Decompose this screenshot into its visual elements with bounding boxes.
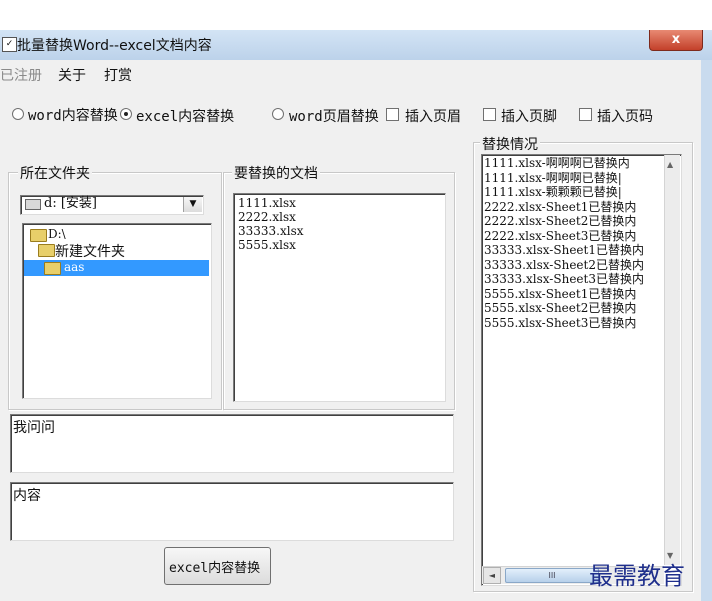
radio-excel-content[interactable]	[120, 108, 132, 120]
checkbox-insert-header[interactable]	[386, 108, 399, 121]
folder-icon	[38, 244, 55, 257]
result-line: 1111.xlsx-啊啊啊已替换|	[484, 170, 622, 185]
folder-icon	[44, 262, 61, 275]
result-line: 1111.xlsx-啊啊啊已替换内	[484, 157, 630, 170]
drive-select-value: d: [安装]	[44, 196, 97, 211]
result-line: 33333.xlsx-Sheet3已替换内	[484, 272, 644, 286]
folder-group-title: 所在文件夹	[18, 163, 92, 183]
desktop-strip	[0, 0, 712, 30]
result-list-content: 1111.xlsx-啊啊啊已替换内 1111.xlsx-啊啊啊已替换| 1111…	[483, 157, 664, 563]
scroll-thumb-grip: III	[548, 571, 556, 580]
close-button[interactable]: x	[649, 30, 703, 51]
find-text-field[interactable]	[10, 414, 454, 473]
window-title: 批量替换Word--excel文档内容	[17, 38, 212, 54]
docs-list-item[interactable]: 33333.xlsx	[238, 224, 304, 239]
result-vertical-scrollbar[interactable]	[664, 155, 680, 565]
scroll-thumb[interactable]: III	[505, 568, 599, 583]
drive-icon	[25, 199, 41, 210]
folder-tree-root[interactable]: D:\	[48, 227, 66, 242]
checkbox-insert-footer-label: 插入页脚	[501, 109, 557, 125]
replace-text-field[interactable]	[10, 482, 454, 541]
radio-word-content-text: word内容替换	[28, 108, 118, 124]
result-line: 2222.xlsx-Sheet3已替换内	[484, 228, 637, 243]
radio-excel-content-text: excel内容替换	[136, 109, 235, 125]
docs-list-item[interactable]: 5555.xlsx	[238, 238, 296, 253]
window-border	[701, 60, 712, 601]
app-icon: ✓	[2, 37, 17, 52]
menu-registered[interactable]: 已注册	[0, 65, 42, 85]
replace-text-value: 内容	[13, 488, 41, 504]
result-line: 1111.xlsx-颗颗颗已替换|	[484, 185, 622, 199]
result-line: 33333.xlsx-Sheet2已替换内	[484, 257, 644, 272]
watermark-text: 最需教育	[589, 562, 685, 590]
checkbox-insert-page-number-label: 插入页码	[597, 109, 653, 125]
radio-word-content[interactable]	[12, 108, 24, 120]
menu-donate[interactable]: 打赏	[104, 65, 132, 85]
result-line: 5555.xlsx-Sheet1已替换内	[484, 286, 637, 301]
checkbox-insert-footer[interactable]	[483, 108, 496, 121]
result-line: 5555.xlsx-Sheet2已替换内	[484, 301, 637, 315]
chevron-down-icon[interactable]: ▼	[183, 197, 202, 212]
excel-replace-button-label: excel内容替换	[169, 561, 261, 576]
radio-word-header[interactable]	[272, 108, 284, 120]
docs-list-item[interactable]: 2222.xlsx	[238, 210, 296, 225]
radio-word-content-label: word内容替换	[28, 105, 118, 125]
result-line: 5555.xlsx-Sheet3已替换内	[484, 315, 637, 330]
result-line: 33333.xlsx-Sheet1已替换内	[484, 243, 644, 257]
docs-group-title: 要替换的文档	[232, 163, 320, 183]
result-group-title: 替换情况	[480, 134, 540, 154]
radio-word-header-text: word页眉替换	[289, 109, 379, 125]
folder-tree-aas[interactable]: aas	[64, 260, 84, 275]
menu-about[interactable]: 关于	[58, 65, 86, 85]
radio-word-header-label: word页眉替换	[289, 106, 379, 126]
result-line: 2222.xlsx-Sheet1已替换内	[484, 199, 637, 214]
result-line: 2222.xlsx-Sheet2已替换内	[484, 214, 637, 228]
folder-icon	[30, 229, 47, 242]
checkbox-insert-header-label: 插入页眉	[405, 109, 461, 125]
checkbox-insert-page-number[interactable]	[579, 108, 592, 121]
radio-excel-content-label: excel内容替换	[136, 106, 234, 126]
scroll-left-icon[interactable]: ◄	[483, 567, 501, 584]
scroll-up-icon[interactable]: ▲	[667, 160, 673, 169]
docs-list-item[interactable]: 1111.xlsx	[238, 196, 296, 211]
folder-tree-new-folder[interactable]: 新建文件夹	[55, 241, 125, 261]
find-text-value: 我问问	[13, 420, 55, 436]
